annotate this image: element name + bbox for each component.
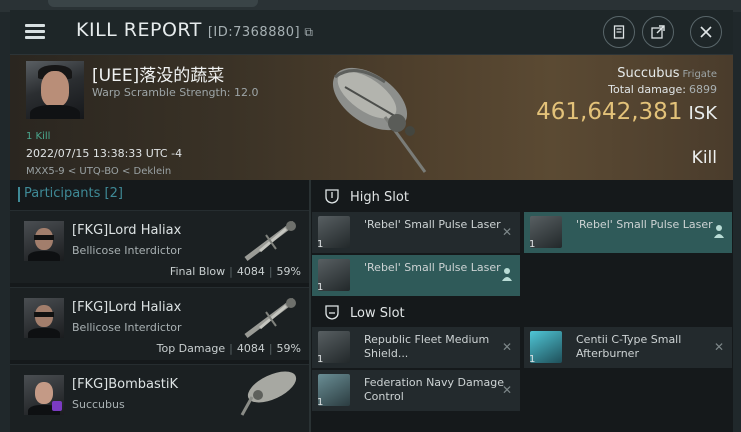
high-slot-label: High Slot [350, 190, 409, 205]
high-slot-header: High Slot [324, 188, 409, 205]
menu-icon[interactable] [23, 20, 47, 44]
module-qty: 1 [317, 354, 324, 365]
kill-report-window: KILL REPORT [ID:7368880] ⧉ [UEE]落没的蔬菜 War… [10, 10, 733, 432]
warp-scramble-strength: Warp Scramble Strength: 12.0 [92, 86, 259, 99]
participant-ship: Bellicose Interdictor [72, 321, 182, 334]
close-button[interactable] [690, 16, 722, 48]
module-item[interactable]: 1 Republic Fleet Medium Shield... ✕ [312, 327, 520, 368]
shield-slot-icon [325, 305, 339, 320]
participant-ship-image[interactable] [236, 292, 306, 340]
participant-percent: 59% [276, 265, 301, 278]
participant-ship: Succubus [72, 398, 125, 411]
corp-badge-icon [52, 401, 62, 411]
participant-name[interactable]: [FKG]BombastiK [72, 377, 178, 392]
background-left [0, 12, 10, 432]
module-qty: 1 [529, 239, 536, 250]
participant-stats: Top Damage | 4084 | 59% [156, 342, 301, 355]
victim-name[interactable]: [UEE]落没的蔬菜 [92, 61, 224, 86]
export-icon [651, 25, 665, 39]
remove-icon[interactable]: ✕ [502, 225, 512, 239]
fitting-panel: High Slot 1 'Rebel' Small Pulse Laser ✕ … [312, 180, 733, 432]
person-icon[interactable] [714, 224, 724, 238]
export-button[interactable] [642, 16, 674, 48]
low-slot-header: Low Slot [324, 304, 405, 321]
participant-role: Top Damage [156, 342, 226, 355]
total-damage-line: Total damage: 6899 [608, 83, 717, 96]
ship-name[interactable]: Succubus [617, 66, 679, 81]
participant-stats: Final Blow | 4084 | 59% [169, 265, 301, 278]
result-label: Kill [691, 148, 717, 168]
kill-count: 1 Kill [26, 131, 51, 142]
participant-ship-image[interactable] [236, 215, 306, 263]
module-name: 'Rebel' Small Pulse Laser [576, 218, 713, 231]
close-icon [700, 26, 712, 38]
remove-icon[interactable]: ✕ [502, 383, 512, 397]
window-title: KILL REPORT [ID:7368880] ⧉ [76, 19, 313, 41]
title-text: KILL REPORT [76, 19, 202, 41]
remove-icon[interactable]: ✕ [714, 340, 724, 354]
low-slot-label: Low Slot [350, 306, 405, 321]
module-name: Centii C-Type Small Afterburner [576, 333, 682, 360]
module-qty: 1 [317, 239, 324, 250]
participant-name[interactable]: [FKG]Lord Haliax [72, 300, 181, 315]
module-name: Republic Fleet Medium Shield... [364, 333, 490, 360]
participant-name[interactable]: [FKG]Lord Haliax [72, 223, 181, 238]
isk-value: 461,642,381 [536, 99, 683, 125]
ship-class: Frigate [682, 69, 717, 80]
module-name: 'Rebel' Small Pulse Laser [364, 218, 501, 231]
module-item[interactable]: 1 Centii C-Type Small Afterburner ✕ [524, 327, 732, 368]
notes-icon [613, 25, 625, 39]
participant-row[interactable]: [FKG]BombastiK Succubus [10, 364, 311, 432]
background-right [733, 12, 741, 432]
participants-panel: Participants [2] [FKG]Lord Haliax Bellic… [10, 180, 311, 432]
participants-scrollbar[interactable] [309, 180, 311, 432]
participant-role: Final Blow [169, 265, 226, 278]
participant-damage: 4084 [236, 342, 265, 355]
module-qty: 1 [317, 397, 324, 408]
participant-ship: Bellicose Interdictor [72, 244, 182, 257]
participant-row[interactable]: [FKG]Lord Haliax Bellicose Interdictor T… [10, 287, 311, 360]
shield-slot-icon [325, 189, 339, 204]
total-damage-label: Total damage: [608, 83, 686, 96]
victim-portrait[interactable] [26, 61, 84, 119]
module-name: 'Rebel' Small Pulse Laser [364, 261, 501, 274]
title-bar: KILL REPORT [ID:7368880] ⧉ [10, 10, 733, 55]
victim-ship-image[interactable] [315, 57, 445, 177]
person-icon[interactable] [502, 267, 512, 281]
isk-value-line: 461,642,381 ISK [536, 99, 717, 125]
background-tab [48, 0, 258, 7]
total-damage-value: 6899 [689, 83, 717, 96]
remove-icon[interactable]: ✕ [502, 340, 512, 354]
kill-location[interactable]: MXX5-9 < UTQ-BO < Deklein [26, 166, 171, 177]
module-qty: 1 [317, 282, 324, 293]
module-item[interactable]: 1 'Rebel' Small Pulse Laser ✕ [312, 212, 520, 253]
copy-icon[interactable]: ⧉ [300, 25, 313, 39]
module-item[interactable]: 1 'Rebel' Small Pulse Laser [524, 212, 732, 253]
module-item[interactable]: 1 Federation Navy Damage Control ✕ [312, 370, 520, 411]
module-qty: 1 [529, 354, 536, 365]
report-id: [ID:7368880] [207, 25, 301, 40]
module-item[interactable]: 1 'Rebel' Small Pulse Laser [312, 255, 520, 296]
participants-header[interactable]: Participants [2] [18, 186, 123, 202]
participant-damage: 4084 [236, 265, 265, 278]
notes-button[interactable] [603, 16, 635, 48]
participant-portrait[interactable] [24, 298, 64, 338]
participant-ship-image[interactable] [236, 369, 306, 417]
isk-currency: ISK [688, 103, 717, 124]
module-name: Federation Navy Damage Control [364, 376, 504, 403]
participants-label: Participants [2] [24, 186, 123, 201]
kill-datetime: 2022/07/15 13:38:33 UTC -4 [26, 147, 183, 160]
participant-percent: 59% [276, 342, 301, 355]
ship-name-line: Succubus Frigate [617, 66, 717, 81]
participant-row[interactable]: [FKG]Lord Haliax Bellicose Interdictor F… [10, 210, 311, 283]
participant-portrait[interactable] [24, 221, 64, 261]
victim-header: [UEE]落没的蔬菜 Warp Scramble Strength: 12.0 … [10, 55, 733, 180]
